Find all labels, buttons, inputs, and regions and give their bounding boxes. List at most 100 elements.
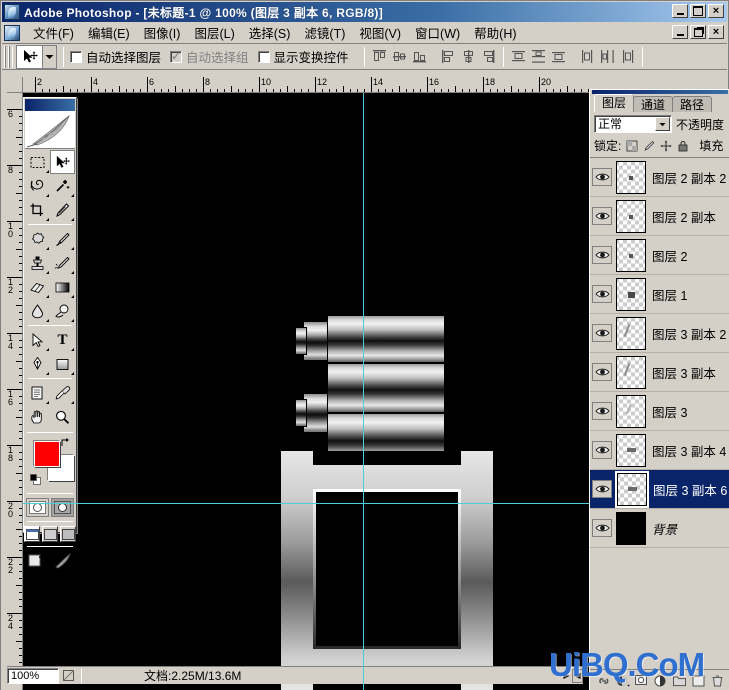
new-group-icon[interactable]	[671, 673, 688, 689]
layer-row[interactable]: 图层 3 副本 6	[590, 470, 729, 509]
layer-visibility-eye-icon[interactable]	[592, 324, 612, 342]
layer-mask-icon[interactable]	[633, 673, 650, 689]
layer-thumbnail[interactable]	[615, 470, 649, 508]
align-horizontal-centers-icon[interactable]	[460, 48, 477, 65]
show-transform-controls-checkbox-box[interactable]	[257, 50, 270, 63]
eyedropper-tool-flyout-arrow[interactable]	[71, 401, 74, 404]
layer-visibility-eye-icon[interactable]	[592, 246, 612, 264]
notes-tool-flyout-arrow[interactable]	[46, 401, 49, 404]
align-top-edges-icon[interactable]	[371, 48, 388, 65]
pen-tool[interactable]	[25, 352, 50, 376]
distribute-bottom-edges-icon[interactable]	[550, 48, 567, 65]
path-selection-tool-flyout-arrow[interactable]	[46, 348, 49, 351]
maximize-button[interactable]	[690, 4, 706, 18]
lock-image-pixels-icon[interactable]	[642, 139, 655, 152]
document-close-button[interactable]: ×	[708, 25, 724, 39]
distribute-left-edges-icon[interactable]	[579, 48, 596, 65]
layer-row[interactable]: 图层 3	[590, 392, 729, 431]
status-left-arrow[interactable]: ◀	[572, 668, 583, 683]
layer-row[interactable]: 图层 3 副本 2	[590, 314, 729, 353]
status-right-arrow[interactable]: ▶	[561, 669, 572, 683]
layer-row[interactable]: 图层 1	[590, 275, 729, 314]
jump-to-imageready-icon[interactable]	[28, 552, 50, 573]
layer-thumbnail[interactable]	[616, 511, 646, 545]
layer-row[interactable]: 图层 2 副本 2	[590, 158, 729, 197]
zoom-level-field[interactable]: 100%	[7, 667, 59, 684]
horizontal-ruler[interactable]: 2 4 6 8 10 12 14 16 18 20	[23, 77, 589, 93]
dodge-tool-flyout-arrow[interactable]	[71, 319, 74, 322]
menu-filter[interactable]: 滤镜(T)	[297, 21, 352, 44]
shape-tool-flyout-arrow[interactable]	[71, 372, 74, 375]
close-button[interactable]: ×	[708, 4, 724, 18]
clone-stamp-tool[interactable]	[25, 251, 50, 275]
show-transform-controls-checkbox[interactable]: 显示变换控件	[257, 47, 349, 66]
layer-thumbnail[interactable]	[616, 277, 646, 311]
menu-view[interactable]: 视图(V)	[352, 21, 408, 44]
align-left-edges-icon[interactable]	[440, 48, 457, 65]
marquee-tool[interactable]	[25, 150, 50, 174]
layer-visibility-eye-icon[interactable]	[592, 441, 612, 459]
brush-tool-flyout-arrow[interactable]	[71, 247, 74, 250]
toolbox-title-bar[interactable]	[25, 99, 75, 111]
imageready-icon[interactable]	[53, 552, 73, 573]
auto-select-layer-checkbox[interactable]: 自动选择图层	[70, 47, 161, 66]
layer-thumbnail[interactable]	[616, 199, 646, 233]
lock-all-icon[interactable]	[676, 139, 689, 152]
gradient-tool[interactable]	[50, 275, 75, 299]
menu-layer[interactable]: 图层(L)	[187, 21, 241, 44]
tab-paths[interactable]: 路径	[672, 96, 713, 112]
layer-thumbnail[interactable]	[616, 160, 646, 194]
blend-mode-select[interactable]: 正常	[594, 115, 672, 133]
tab-channels[interactable]: 通道	[633, 96, 674, 112]
notes-tool[interactable]	[25, 381, 50, 405]
distribute-horizontal-centers-icon[interactable]	[599, 48, 616, 65]
layer-visibility-eye-icon[interactable]	[592, 285, 612, 303]
slice-tool-flyout-arrow[interactable]	[71, 218, 74, 221]
align-right-edges-icon[interactable]	[480, 48, 497, 65]
full-screen-icon[interactable]	[60, 526, 76, 542]
menu-window[interactable]: 窗口(W)	[408, 21, 467, 44]
options-bar-grip[interactable]	[4, 45, 13, 68]
default-colors-icon[interactable]	[30, 474, 41, 485]
layer-style-icon[interactable]	[614, 673, 631, 689]
layer-thumbnail[interactable]	[616, 238, 646, 272]
shape-tool[interactable]	[50, 352, 75, 376]
menu-edit[interactable]: 编辑(E)	[81, 21, 137, 44]
crop-tool[interactable]	[25, 198, 50, 222]
blur-tool[interactable]	[25, 299, 50, 323]
lasso-tool[interactable]	[25, 174, 50, 198]
type-tool-flyout-arrow[interactable]	[71, 348, 74, 351]
quick-mask-mode-icon[interactable]	[51, 498, 74, 517]
healing-brush-tool[interactable]	[25, 227, 50, 251]
eraser-tool-flyout-arrow[interactable]	[46, 295, 49, 298]
clone-stamp-tool-flyout-arrow[interactable]	[46, 271, 49, 274]
layer-visibility-eye-icon[interactable]	[592, 363, 612, 381]
eyedropper-tool[interactable]	[50, 381, 75, 405]
layer-row[interactable]: 背景	[590, 509, 729, 548]
magic-wand-tool-flyout-arrow[interactable]	[71, 194, 74, 197]
type-tool[interactable]: T	[50, 328, 75, 352]
chevron-down-icon[interactable]	[655, 117, 670, 131]
standard-mask-mode-icon[interactable]	[26, 498, 49, 517]
path-selection-tool[interactable]	[25, 328, 50, 352]
history-brush-tool[interactable]	[50, 251, 75, 275]
gradient-tool-flyout-arrow[interactable]	[71, 295, 74, 298]
menu-image[interactable]: 图像(I)	[137, 21, 188, 44]
vertical-ruler[interactable]: 6 8 10 12 14 16 18 20 22 24	[7, 93, 23, 690]
layer-thumbnail[interactable]	[616, 433, 646, 467]
move-tool-icon[interactable]	[16, 44, 42, 69]
lasso-tool-flyout-arrow[interactable]	[46, 194, 49, 197]
layer-row[interactable]: 图层 2	[590, 236, 729, 275]
thumbnail-icon[interactable]	[59, 668, 77, 684]
layer-visibility-eye-icon[interactable]	[592, 480, 612, 498]
slice-tool[interactable]	[50, 198, 75, 222]
swap-colors-icon[interactable]	[60, 437, 71, 448]
ruler-corner[interactable]	[7, 77, 23, 93]
zoom-tool[interactable]	[50, 405, 75, 429]
link-layers-icon[interactable]	[595, 673, 612, 689]
move-tool[interactable]	[50, 150, 75, 174]
menu-help[interactable]: 帮助(H)	[467, 21, 523, 44]
layer-row[interactable]: 图层 2 副本	[590, 197, 729, 236]
foreground-color-swatch[interactable]	[34, 441, 60, 467]
layers-list[interactable]: 图层 2 副本 2 图层 2 副本 图层 2 图层 1 图层 3 副本 2 图层 3 副本…	[590, 157, 729, 548]
